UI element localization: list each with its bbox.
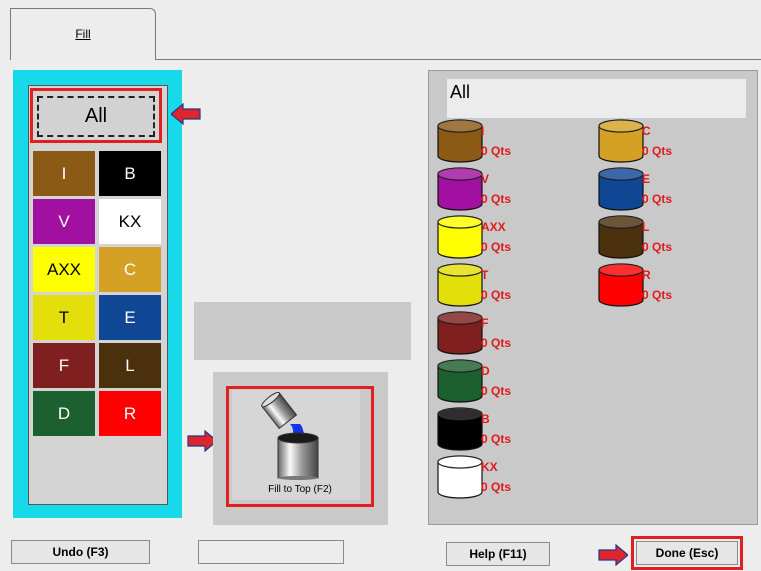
can-qty: 0 Qts <box>642 144 673 158</box>
can-qty: 0 Qts <box>481 432 512 446</box>
swatch-r[interactable]: R <box>98 390 162 437</box>
can-name: KX <box>481 460 498 474</box>
swatch-i[interactable]: I <box>32 150 96 197</box>
swatch-l[interactable]: L <box>98 342 162 389</box>
fill-can-icon <box>261 392 319 480</box>
can-i-icon <box>436 118 484 164</box>
tab-fill-label: Fill <box>75 27 91 41</box>
can-qty: 0 Qts <box>642 240 673 254</box>
can-name: L <box>642 220 650 234</box>
can-qty: 0 Qts <box>481 144 512 158</box>
done-button[interactable]: Done (Esc) <box>636 541 738 565</box>
swatch-axx[interactable]: AXX <box>32 246 96 293</box>
can-axx-icon <box>436 214 484 260</box>
can-name: B <box>481 412 490 426</box>
swatch-kx[interactable]: KX <box>98 198 162 245</box>
can-v-icon <box>436 166 484 212</box>
can-qty: 0 Qts <box>481 240 512 254</box>
can-qty: 0 Qts <box>481 192 512 206</box>
arrow-right-icon <box>598 544 628 566</box>
undo-button[interactable]: Undo (F3) <box>11 540 150 564</box>
can-name: AXX <box>481 220 506 234</box>
can-qty: 0 Qts <box>642 288 673 302</box>
tab-fill[interactable]: Fill <box>10 8 156 61</box>
swatch-d[interactable]: D <box>32 390 96 437</box>
swatch-v[interactable]: V <box>32 198 96 245</box>
can-name: T <box>481 268 489 282</box>
can-t-icon <box>436 262 484 308</box>
can-name: D <box>481 364 490 378</box>
can-d-icon <box>436 358 484 404</box>
can-r-icon <box>597 262 645 308</box>
can-name: F <box>481 316 489 330</box>
swatch-b[interactable]: B <box>98 150 162 197</box>
arrow-left-icon <box>171 103 201 125</box>
can-c-icon <box>597 118 645 164</box>
can-qty: 0 Qts <box>642 192 673 206</box>
fill-to-top-label: Fill to Top (F2) <box>268 484 332 495</box>
can-kx-icon <box>436 454 484 500</box>
can-name: V <box>481 172 490 186</box>
can-qty: 0 Qts <box>481 288 512 302</box>
all-button[interactable]: All <box>37 96 155 137</box>
swatch-f[interactable]: F <box>32 342 96 389</box>
can-name: R <box>642 268 651 282</box>
can-b-icon <box>436 406 484 452</box>
can-name: E <box>642 172 651 186</box>
can-name: I <box>481 124 485 138</box>
help-button[interactable]: Help (F11) <box>446 542 550 566</box>
inventory-header: All <box>447 79 746 118</box>
can-f-icon <box>436 310 484 356</box>
can-e-icon <box>597 166 645 212</box>
swatch-c[interactable]: C <box>98 246 162 293</box>
can-qty: 0 Qts <box>481 384 512 398</box>
swatch-e[interactable]: E <box>98 294 162 341</box>
can-l-icon <box>597 214 645 260</box>
blank-panel <box>194 302 411 360</box>
blank-button <box>198 540 344 564</box>
can-qty: 0 Qts <box>481 336 512 350</box>
can-name: C <box>642 124 651 138</box>
swatch-t[interactable]: T <box>32 294 96 341</box>
can-qty: 0 Qts <box>481 480 512 494</box>
